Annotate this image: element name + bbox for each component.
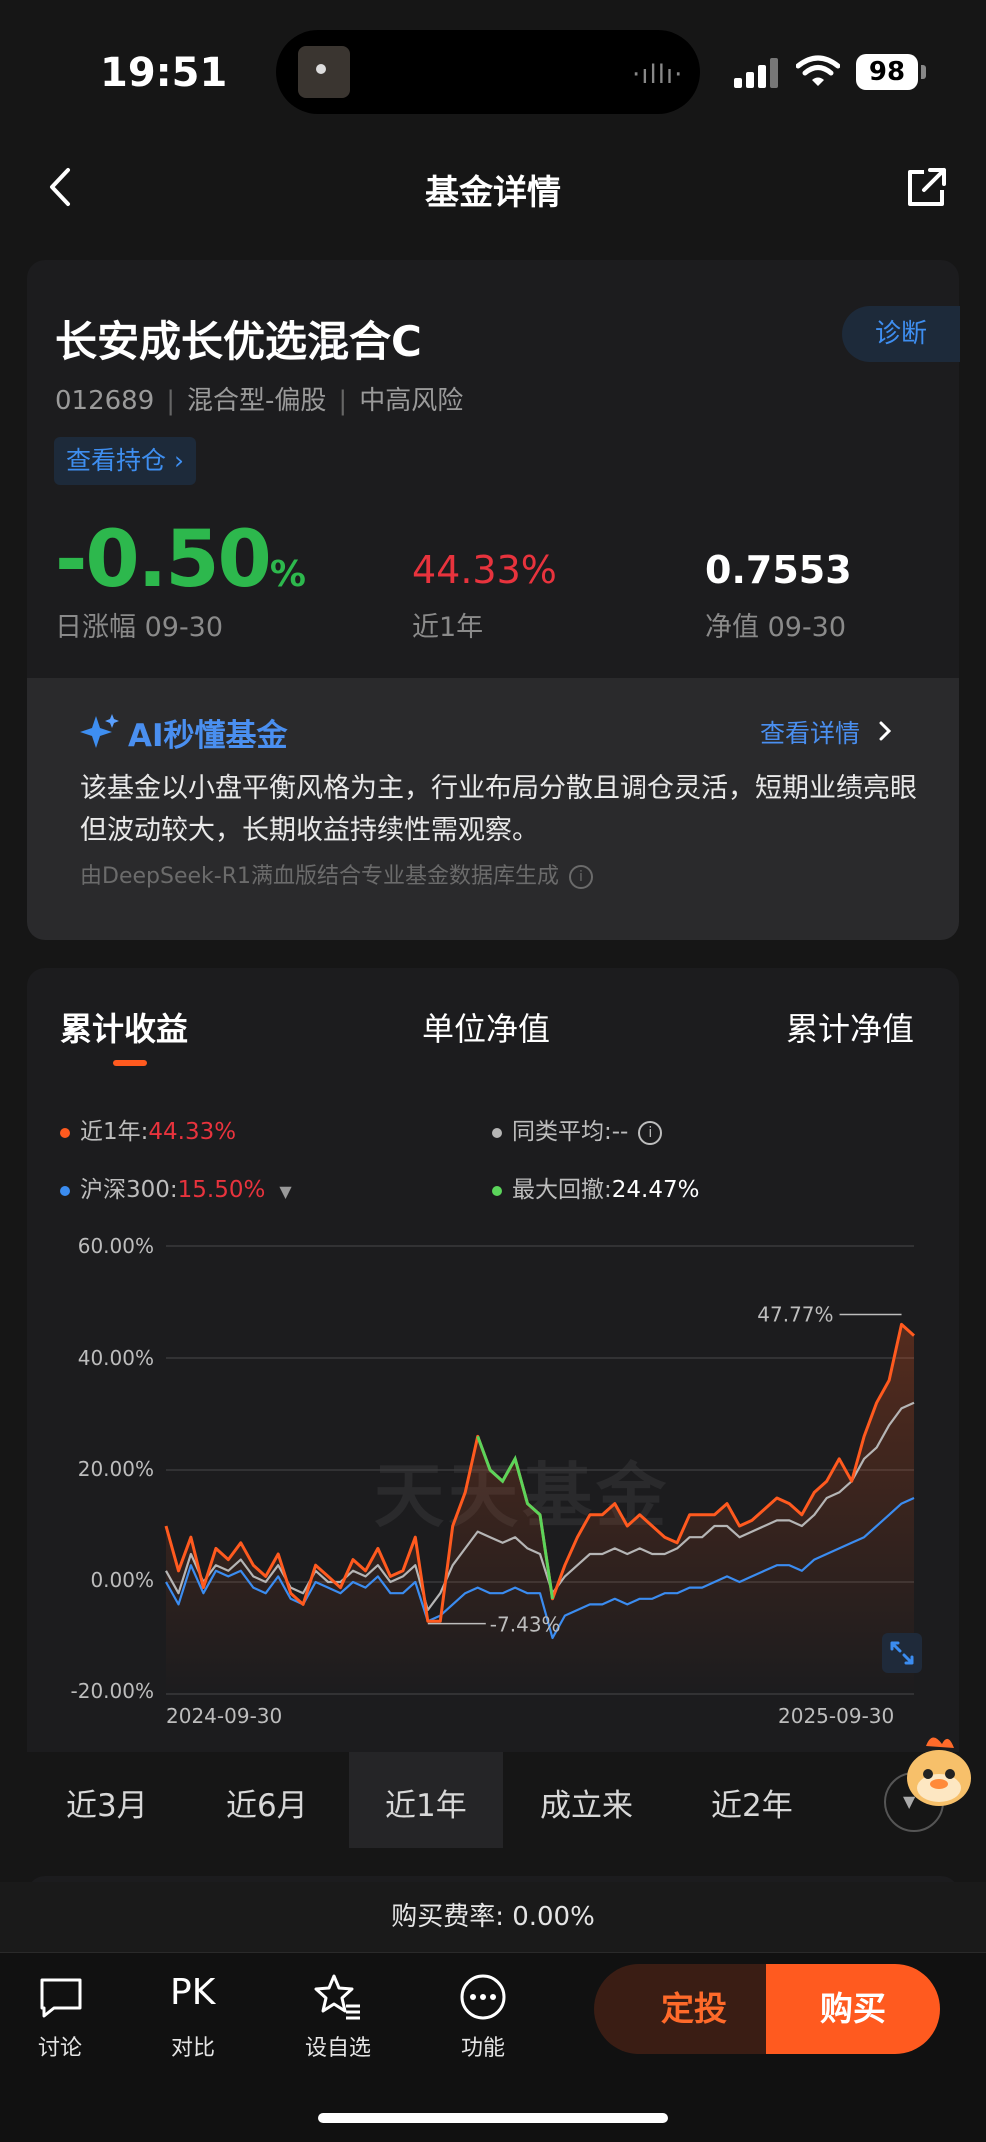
battery-tip	[921, 65, 926, 79]
period-2y[interactable]: 近2年	[711, 1780, 793, 1825]
min-label: -7.43%	[490, 1613, 561, 1637]
period-since-inception[interactable]: 成立来	[540, 1780, 633, 1825]
purchase-fee: 购买费率: 0.00%	[0, 1882, 986, 1952]
status-time: 19:51	[100, 50, 228, 96]
buy-button[interactable]: 购买	[766, 1964, 940, 2054]
daily-change-label: 日涨幅 09-30	[55, 612, 224, 643]
ai-detail-link[interactable]: 查看详情	[760, 714, 860, 750]
diagnose-button[interactable]: 诊断	[842, 306, 960, 362]
legend-dot	[492, 1127, 502, 1138]
chevron-right-icon[interactable]	[878, 720, 892, 742]
dropdown-arrow-icon[interactable]: ▼	[279, 1182, 291, 1201]
active-tab-indicator	[113, 1060, 147, 1066]
daily-change-value: -0.50%	[55, 515, 306, 605]
pk-icon[interactable]: PK	[170, 1972, 215, 2013]
fund-code: 012689	[55, 386, 155, 416]
period-1y[interactable]: 近1年	[385, 1780, 467, 1825]
ai-title: AI秒懂基金	[128, 718, 288, 754]
return-chart[interactable]: 47.77% -7.43%	[0, 1230, 986, 1710]
nav-value: 0.7553	[705, 548, 852, 592]
legend-peer: 同类平均:-- i	[492, 1112, 663, 1146]
function-label[interactable]: 功能	[433, 2030, 533, 2062]
legend-index[interactable]: 沪深300:15.50% ▼	[60, 1170, 292, 1204]
now-playing-thumbnail	[298, 46, 350, 98]
period-6m[interactable]: 近6月	[226, 1780, 308, 1825]
audio-wave-icon: ·ıllı·	[632, 60, 684, 90]
legend-dot	[492, 1185, 502, 1196]
fund-type: 混合型-偏股	[187, 386, 327, 416]
legend-dot	[60, 1127, 70, 1138]
more-circle-icon[interactable]	[458, 1972, 508, 2022]
legend-drawdown: 最大回撤:24.47%	[492, 1170, 699, 1204]
add-watchlist-label[interactable]: 设自选	[288, 2030, 388, 2062]
view-holdings-button[interactable]: 查看持仓 ›	[54, 437, 196, 485]
fund-name: 长安成长优选混合C	[55, 317, 422, 366]
info-icon[interactable]: i	[638, 1120, 663, 1145]
max-label: 47.77%	[757, 1302, 833, 1326]
fund-risk: 中高风险	[359, 386, 464, 416]
page-title: 基金详情	[425, 173, 561, 213]
home-indicator	[318, 2113, 668, 2123]
ai-summary-text: 该基金以小盘平衡风格为主，行业布局分散且调仓灵活，短期业绩亮眼但波动较大，长期收…	[80, 773, 917, 846]
auto-invest-button[interactable]: 定投	[594, 1964, 794, 2054]
nav-label: 净值 09-30	[705, 612, 847, 643]
chat-bubble-icon[interactable]	[36, 1972, 86, 2022]
battery-indicator: 98	[856, 54, 918, 90]
tab-cumulative-return[interactable]: 累计收益	[60, 1004, 188, 1050]
discuss-label[interactable]: 讨论	[10, 2030, 110, 2062]
x-tick-start: 2024-09-30	[166, 1704, 283, 1728]
star-list-icon[interactable]	[312, 1972, 362, 2022]
tab-unit-nav[interactable]: 单位净值	[422, 1004, 550, 1050]
share-icon[interactable]	[904, 166, 948, 210]
cellular-signal-icon	[734, 56, 782, 88]
x-tick-end: 2025-09-30	[778, 1704, 895, 1728]
one-year-label: 近1年	[412, 612, 484, 643]
fullscreen-icon[interactable]	[882, 1633, 922, 1673]
fund-area	[166, 1324, 914, 1694]
fund-meta: 012689 | 混合型-偏股 | 中高风险	[55, 386, 464, 416]
mascot-icon[interactable]	[896, 1726, 982, 1812]
sparkle-icon	[80, 714, 119, 748]
tab-cumulative-nav[interactable]: 累计净值	[786, 1004, 914, 1050]
compare-label[interactable]: 对比	[143, 2030, 243, 2062]
info-icon[interactable]: i	[568, 865, 593, 889]
period-3m[interactable]: 近3月	[66, 1780, 148, 1825]
wifi-icon	[796, 55, 840, 86]
one-year-return: 44.33%	[412, 548, 557, 592]
legend-dot	[60, 1185, 70, 1196]
legend-fund: 近1年:44.33%	[60, 1112, 236, 1146]
ai-source: 由DeepSeek-R1满血版结合专业基金数据库生成 i	[80, 858, 593, 890]
